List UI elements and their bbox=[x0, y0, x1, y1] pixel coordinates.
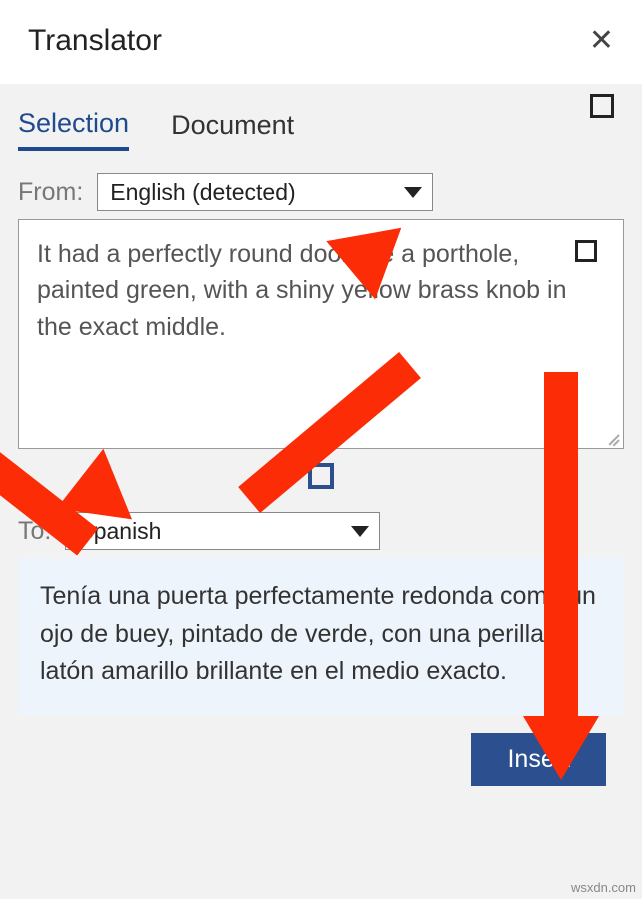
swap-languages-icon[interactable] bbox=[308, 463, 334, 489]
chevron-down-icon bbox=[351, 526, 369, 537]
source-text-area[interactable]: It had a perfectly round door like a por… bbox=[18, 219, 624, 449]
tab-document[interactable]: Document bbox=[171, 110, 294, 149]
close-icon[interactable]: ✕ bbox=[589, 26, 614, 56]
from-row: From: English (detected) bbox=[18, 173, 624, 211]
insert-button[interactable]: Insert bbox=[471, 733, 606, 786]
pane-header: Translator ✕ bbox=[0, 0, 642, 84]
pane-title: Translator bbox=[28, 24, 162, 58]
source-text: It had a perfectly round door like a por… bbox=[37, 240, 566, 341]
to-label: To: bbox=[18, 517, 51, 546]
to-row: To: Spanish bbox=[18, 512, 624, 550]
to-language-value: Spanish bbox=[78, 518, 161, 545]
swap-languages-area bbox=[18, 463, 624, 494]
placeholder-square-icon bbox=[575, 240, 597, 262]
watermark: wsxdn.com bbox=[571, 880, 636, 895]
tabs-row: Selection Document bbox=[0, 84, 642, 151]
tab-selection[interactable]: Selection bbox=[18, 108, 129, 151]
translated-text: Tenía una puerta perfectamente redonda c… bbox=[40, 582, 596, 685]
chevron-down-icon bbox=[404, 187, 422, 198]
resize-handle-icon[interactable] bbox=[605, 430, 619, 444]
translator-body: From: English (detected) It had a perfec… bbox=[0, 151, 642, 786]
translated-output: Tenía una puerta perfectamente redonda c… bbox=[18, 558, 624, 715]
to-language-select[interactable]: Spanish bbox=[65, 512, 380, 550]
from-label: From: bbox=[18, 178, 83, 207]
action-row: Insert bbox=[18, 715, 624, 786]
placeholder-square-icon bbox=[590, 94, 614, 118]
from-language-select[interactable]: English (detected) bbox=[97, 173, 433, 211]
from-language-value: English (detected) bbox=[110, 179, 295, 206]
